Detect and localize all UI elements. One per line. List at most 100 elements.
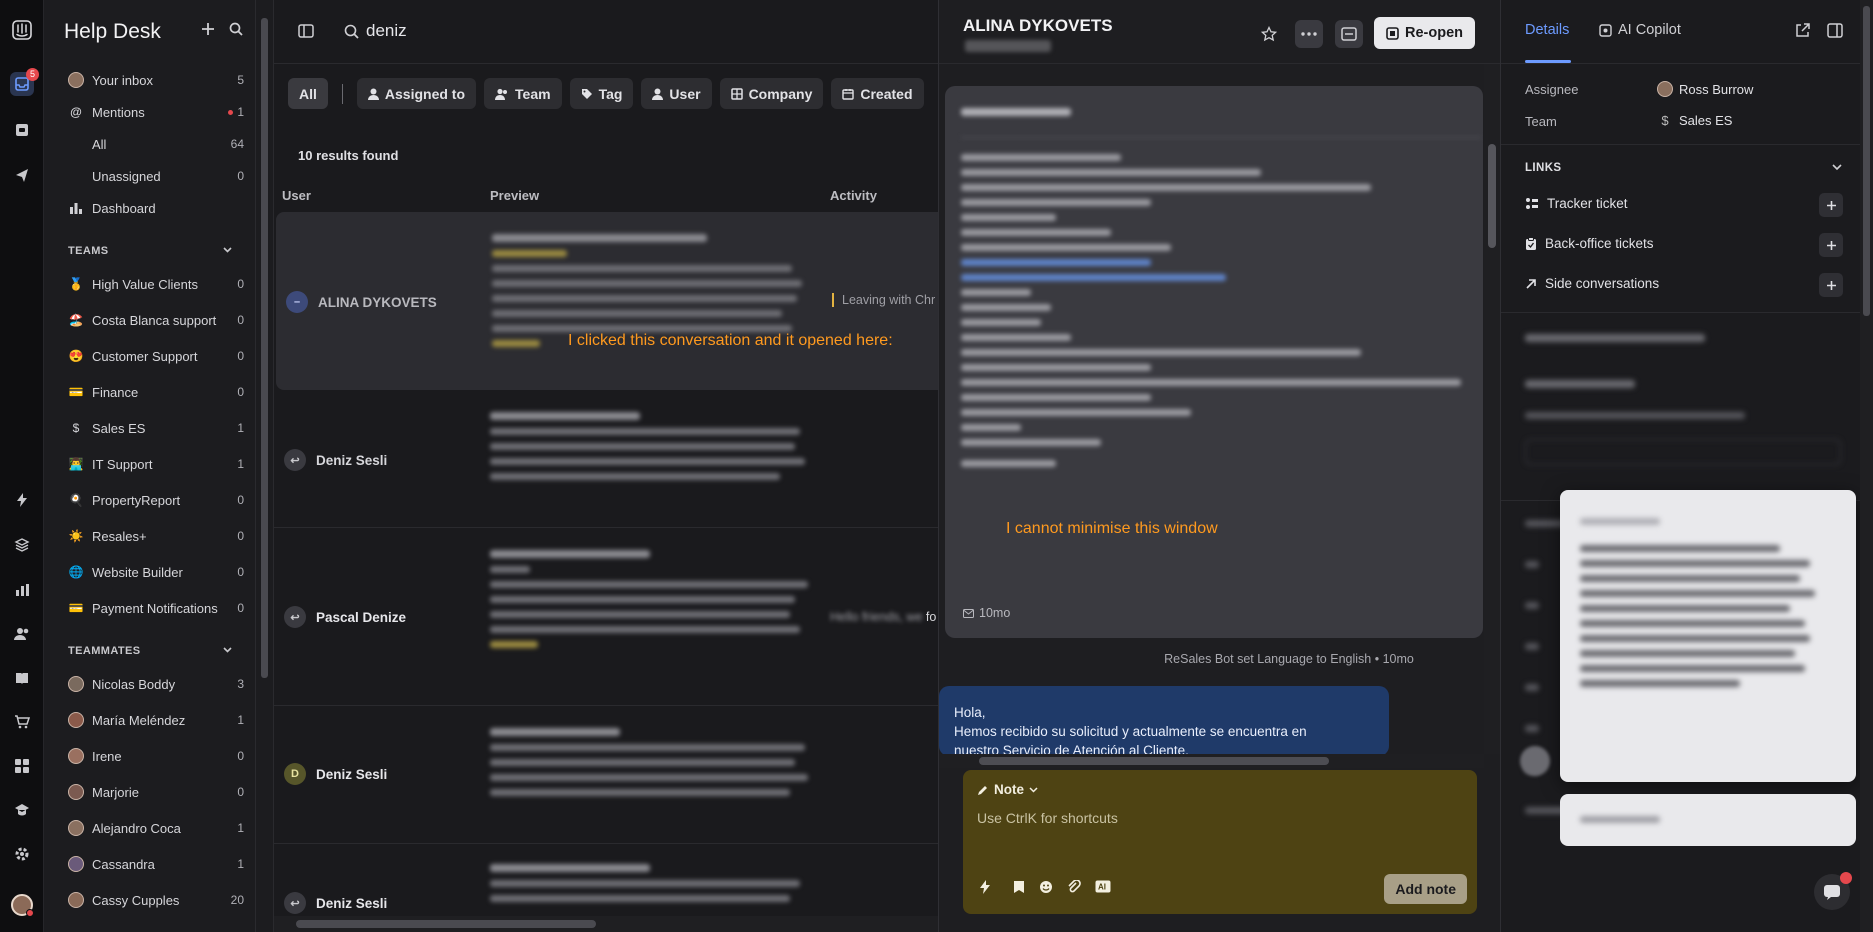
link-side-conversations[interactable]: Side conversations [1525, 276, 1855, 291]
convert-ticket-icon[interactable] [1335, 20, 1363, 48]
filter-assigned-button[interactable]: Assigned to [356, 78, 477, 109]
sidebar-item-team[interactable]: 🍳 PropertyReport 0 [56, 485, 244, 515]
conversation-scrollbar[interactable] [1484, 64, 1500, 754]
sidebar-item-team[interactable]: 🏖️ Costa Blanca support 0 [56, 305, 244, 335]
reports-icon[interactable] [10, 578, 34, 602]
link-back-office-tickets[interactable]: Back-office tickets [1525, 236, 1855, 251]
sidebar-search-icon[interactable] [229, 22, 243, 36]
automation-icon[interactable] [10, 488, 34, 512]
inbox-icon[interactable]: 5 [10, 68, 39, 96]
add-side-conversation-button[interactable] [1819, 273, 1843, 297]
avatar [68, 72, 84, 88]
reopen-icon [1386, 26, 1399, 40]
search-icon [344, 24, 359, 39]
avatar [68, 820, 84, 836]
sidebar-item-team[interactable]: ☀️ Resales+ 0 [56, 521, 244, 551]
search-input[interactable]: deniz [366, 21, 407, 41]
more-options-icon[interactable] [1295, 20, 1323, 48]
sidebar-item-teammate[interactable]: María Meléndez 1 [56, 705, 244, 735]
tab-ai-copilot[interactable]: AI Copilot [1599, 22, 1681, 38]
teams-collapse-chevron-icon[interactable] [222, 244, 233, 255]
messenger-launcher-icon[interactable] [1814, 872, 1852, 910]
contacts-icon[interactable] [10, 622, 34, 646]
conversation-horizontal-scrollbar[interactable] [939, 754, 1484, 768]
table-row[interactable]: ↩ Pascal Denize Hello friends, we fo [274, 528, 938, 706]
toggle-panel-icon[interactable] [1827, 23, 1843, 38]
sidebar-item-dashboard[interactable]: Dashboard [56, 193, 244, 223]
search-bar: deniz [274, 0, 938, 64]
avatar: D [284, 763, 306, 785]
teammates-collapse-chevron-icon[interactable] [222, 644, 233, 655]
filter-created-button[interactable]: Created [831, 78, 924, 109]
column-header-preview[interactable]: Preview [490, 188, 539, 203]
sidebar-item-teammate[interactable]: Nicolas Boddy 3 [56, 669, 244, 699]
reopen-button[interactable]: Re-open [1374, 17, 1475, 49]
table-row[interactable]: ↩ Deniz Sesli [274, 392, 938, 528]
profile-avatar[interactable] [10, 893, 34, 917]
sidebar-scrollbar[interactable] [256, 0, 274, 932]
add-tracker-ticket-button[interactable] [1819, 193, 1843, 217]
sidebar-item-team[interactable]: 💳 Finance 0 [56, 377, 244, 407]
row-activity: Hello friends, we fo [830, 610, 937, 624]
sidebar-item-team[interactable]: 👨‍💻 IT Support 1 [56, 449, 244, 479]
open-external-icon[interactable] [1795, 23, 1810, 38]
sidebar-item-your-inbox[interactable]: Your inbox 5 [56, 65, 244, 95]
column-header-user[interactable]: User [282, 188, 311, 203]
tab-details[interactable]: Details [1525, 22, 1569, 38]
sidebar-item-teammate[interactable]: Irene 0 [56, 741, 244, 771]
add-note-button[interactable]: Add note [1384, 874, 1467, 904]
bookmark-icon[interactable] [1013, 880, 1025, 894]
links-collapse-chevron-icon[interactable] [1831, 161, 1843, 173]
window-scrollbar-thumb[interactable] [1863, 6, 1870, 316]
intercom-logo-icon[interactable] [10, 18, 34, 42]
composer-mode-dropdown[interactable]: Note [977, 782, 1038, 797]
academy-icon[interactable] [10, 798, 34, 822]
sidebar-item-teammate[interactable]: Cassy Cupples 20 [56, 885, 244, 915]
sidebar-item-teammate[interactable]: Marjorie 0 [56, 777, 244, 807]
filter-tag-button[interactable]: Tag [569, 78, 634, 109]
sidebar-item-team[interactable]: $ Sales ES 1 [56, 413, 244, 443]
messages-icon[interactable] [10, 118, 34, 142]
emoji-icon[interactable] [1039, 880, 1053, 894]
apps-grid-icon[interactable] [10, 754, 34, 778]
sidebar-item-team[interactable]: 🥇 High Value Clients 0 [56, 269, 244, 299]
new-conversation-plus-icon[interactable] [201, 22, 215, 36]
sidebar-item-team[interactable]: 💳 Payment Notifications 0 [56, 593, 244, 623]
ai-icon[interactable]: AI [1095, 880, 1111, 894]
link-tracker-ticket[interactable]: Tracker ticket [1525, 196, 1855, 211]
table-row[interactable]: – ALINA DYKOVETS Leaving with Chr [276, 212, 938, 390]
filter-company-button[interactable]: Company [719, 78, 824, 109]
star-icon[interactable] [1255, 20, 1283, 48]
add-back-office-ticket-button[interactable] [1819, 233, 1843, 257]
team-value[interactable]: $ Sales ES [1657, 113, 1732, 128]
user-icon [367, 88, 379, 100]
assignee-value[interactable]: Ross Burrow [1657, 81, 1753, 97]
macro-lightning-icon[interactable] [979, 880, 991, 894]
sidebar-item-all[interactable]: All 64 [56, 129, 244, 159]
column-header-activity[interactable]: Activity [830, 188, 877, 203]
composer-input[interactable]: Use CtrlK for shortcuts [977, 810, 1118, 826]
outbound-icon[interactable] [10, 163, 34, 187]
shop-cart-icon[interactable] [10, 710, 34, 734]
articles-icon[interactable] [10, 666, 34, 690]
note-composer[interactable]: Note Use CtrlK for shortcuts AI Add note [963, 770, 1477, 914]
attachment-icon[interactable] [1067, 880, 1081, 894]
avatar [68, 676, 84, 692]
table-row[interactable]: D Deniz Sesli [274, 706, 938, 844]
settings-gear-icon[interactable] [10, 842, 34, 866]
messenger-popup[interactable] [1560, 490, 1856, 782]
sidebar-item-team[interactable]: 😍 Customer Support 0 [56, 341, 244, 371]
sidebar-item-unassigned[interactable]: Unassigned 0 [56, 161, 244, 191]
sidebar-toggle-icon[interactable] [298, 23, 314, 39]
messenger-reply-input[interactable] [1560, 794, 1856, 846]
filter-team-button[interactable]: Team [484, 78, 562, 109]
sidebar-item-teammate[interactable]: Alejandro Coca 1 [56, 813, 244, 843]
sidebar-item-mentions[interactable]: @ Mentions 1 [56, 97, 244, 127]
knowledge-layers-icon[interactable] [10, 533, 34, 557]
row-preview [490, 550, 810, 656]
sidebar-item-team[interactable]: 🌐 Website Builder 0 [56, 557, 244, 587]
results-horizontal-scrollbar[interactable] [274, 916, 938, 932]
filter-all-button[interactable]: All [288, 78, 328, 109]
filter-user-button[interactable]: User [641, 78, 712, 109]
sidebar-item-teammate[interactable]: Cassandra 1 [56, 849, 244, 879]
